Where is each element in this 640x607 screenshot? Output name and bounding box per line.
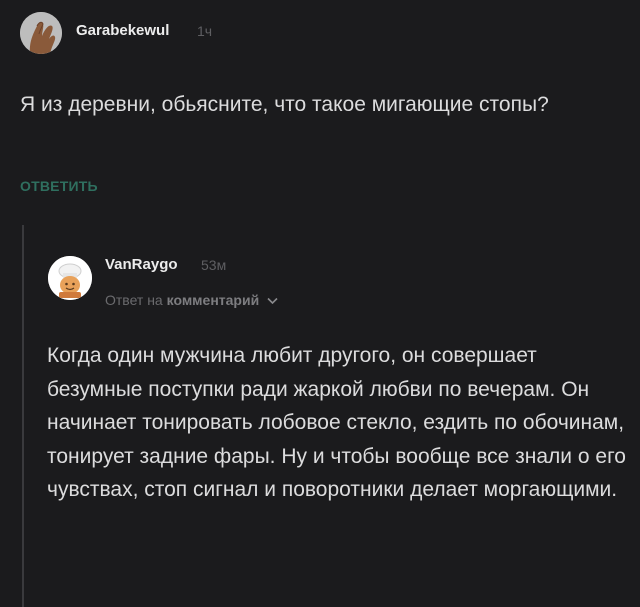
chef-avatar-icon (48, 256, 92, 300)
chevron-down-icon[interactable] (267, 297, 278, 305)
comment-text: Когда один мужчина любит другого, он сов… (47, 344, 626, 501)
reply-target-link[interactable]: комментарий (167, 292, 260, 308)
author-name[interactable]: VanRaygo (105, 256, 178, 273)
comment-text: Я из деревни, обьясните, что такое мигаю… (20, 93, 549, 116)
reply-context: Ответ на комментарий (105, 292, 278, 308)
user-avatar[interactable] (20, 12, 62, 54)
reply-prefix: Ответ на (105, 292, 163, 308)
user-avatar[interactable] (48, 256, 92, 300)
thread-line (22, 225, 24, 607)
comment-time: 53м (201, 257, 227, 273)
reply-button[interactable]: ОТВЕТИТЬ (20, 178, 98, 194)
hand-avatar-icon (20, 12, 62, 54)
author-name[interactable]: Garabekewul (76, 22, 169, 39)
comment-time: 1ч (197, 23, 213, 39)
